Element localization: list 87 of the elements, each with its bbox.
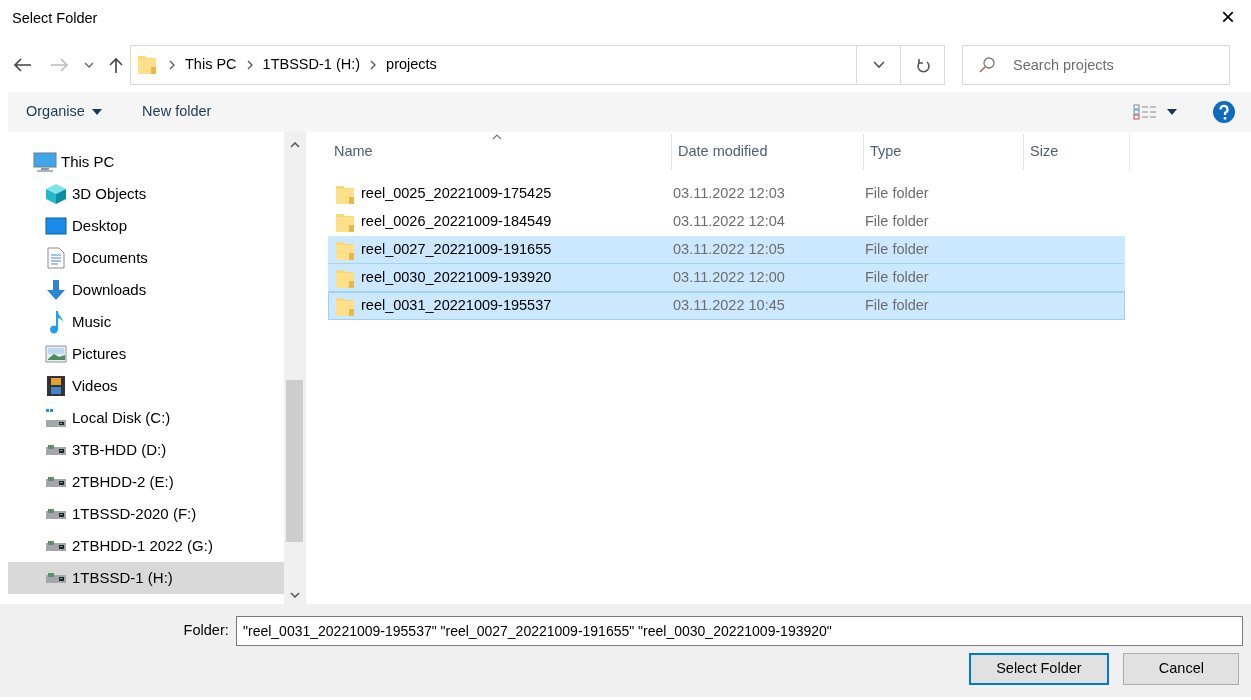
folder-icon — [335, 239, 355, 261]
window-title: Select Folder — [12, 9, 98, 29]
type-text: File folder — [865, 213, 929, 230]
picture-icon — [45, 345, 67, 363]
file-row[interactable]: reel_0027_20221009-191655 03.11.2022 12:05 File folder — [328, 236, 1125, 264]
caret-icon[interactable] — [1167, 109, 1177, 115]
sidebar-item[interactable]: Videos — [8, 370, 284, 402]
chevron-down-icon[interactable] — [84, 62, 94, 68]
scrollbar-thumb[interactable] — [286, 380, 303, 542]
sidebar-item[interactable]: Downloads — [8, 274, 284, 306]
sidebar-item[interactable]: Pictures — [8, 338, 284, 370]
sidebar-item[interactable]: 1TBSSD-2020 (F:) — [8, 498, 284, 530]
chevron-down-icon[interactable] — [872, 61, 885, 69]
monitor-icon — [33, 152, 57, 172]
file-row[interactable]: reel_0025_20221009-175425 03.11.2022 12:03 File folder — [328, 180, 1125, 208]
music-note-icon — [48, 310, 64, 334]
folder-field[interactable]: "reel_0031_20221009-195537" "reel_0027_20221009-191655" "reel_0030_20221009-193920" — [236, 616, 1243, 646]
document-icon — [47, 247, 65, 269]
address-bar[interactable]: This PC 1TBSSD-1 (H:) projects — [130, 45, 945, 85]
organise-menu[interactable]: Organise — [26, 101, 103, 123]
file-name: reel_0030_20221009-193920 — [361, 268, 552, 288]
column-header[interactable]: Type — [864, 134, 1024, 170]
close-button[interactable]: × — [1205, 5, 1251, 33]
breadcrumb-link[interactable]: projects — [380, 54, 443, 76]
column-header[interactable]: Size — [1024, 134, 1130, 170]
file-name: reel_0027_20221009-191655 — [361, 240, 552, 260]
type-text: File folder — [865, 269, 929, 286]
back-arrow-icon[interactable] — [12, 57, 32, 73]
down-arrow-icon — [45, 279, 67, 301]
dialog-button[interactable]: Select Folder — [968, 653, 1109, 686]
column-header[interactable]: Date modified — [672, 134, 864, 170]
drive-icon — [45, 508, 67, 520]
folder-icon — [335, 267, 355, 289]
type-text: File folder — [865, 185, 929, 202]
date-text: 03.11.2022 12:00 — [673, 269, 785, 286]
drive-icon — [45, 444, 67, 456]
sidebar-item[interactable]: 3TB-HDD (D:) — [8, 434, 284, 466]
folder-icon — [335, 295, 355, 317]
file-row[interactable]: reel_0030_20221009-193920 03.11.2022 12:00 File folder — [328, 264, 1125, 292]
dialog-button[interactable]: Cancel — [1123, 653, 1240, 686]
type-text: File folder — [865, 297, 929, 314]
chevron-right-icon — [169, 60, 175, 70]
sidebar-item[interactable]: Music — [8, 306, 284, 338]
up-arrow-icon[interactable] — [108, 56, 124, 74]
caret-icon — [92, 109, 103, 115]
desktop-icon — [45, 217, 67, 235]
drive-icon — [45, 540, 67, 552]
view-options-icon[interactable] — [1133, 104, 1157, 120]
refresh-icon[interactable] — [915, 57, 930, 73]
field-label: Folder: — [183, 621, 229, 641]
file-row[interactable]: reel_0026_20221009-184549 03.11.2022 12:04 File folder — [328, 208, 1125, 236]
scroll-down-icon[interactable] — [289, 592, 300, 598]
file-row[interactable]: reel_0031_20221009-195537 03.11.2022 10:45 File folder — [328, 292, 1125, 320]
film-strip-icon — [46, 375, 66, 397]
file-name: reel_0025_20221009-175425 — [361, 184, 552, 204]
search-field[interactable]: Search projects — [962, 45, 1230, 85]
folder-icon — [335, 183, 355, 205]
sidebar-item[interactable]: This PC — [8, 146, 284, 178]
cube-icon — [45, 183, 67, 205]
sidebar-item[interactable]: Documents — [8, 242, 284, 274]
column-header[interactable]: Name — [328, 134, 672, 170]
scroll-up-icon[interactable] — [289, 142, 300, 148]
file-name: reel_0031_20221009-195537 — [361, 296, 552, 316]
drive-icon — [45, 572, 67, 584]
date-text: 03.11.2022 12:03 — [673, 185, 785, 202]
drive-icon — [45, 408, 67, 428]
new-folder-button[interactable]: New folder — [142, 101, 212, 123]
type-text: File folder — [865, 241, 929, 258]
file-name: reel_0026_20221009-184549 — [361, 212, 552, 232]
chevron-right-icon — [246, 60, 253, 70]
date-text: 03.11.2022 10:45 — [673, 297, 785, 314]
folder-icon — [335, 211, 355, 233]
search-icon — [978, 56, 996, 74]
sidebar-item[interactable]: 3D Objects — [8, 178, 284, 210]
sidebar-item[interactable]: 1TBSSD-1 (H:) — [8, 562, 284, 594]
sidebar-item[interactable]: 2TBHDD-1 2022 (G:) — [8, 530, 284, 562]
date-text: 03.11.2022 12:04 — [673, 213, 785, 230]
sidebar-item[interactable]: Desktop — [8, 210, 284, 242]
chevron-right-icon — [370, 60, 377, 70]
breadcrumb-link[interactable]: This PC — [179, 54, 243, 76]
drive-icon — [45, 476, 67, 488]
folder-icon — [137, 53, 157, 77]
breadcrumb-link[interactable]: 1TBSSD-1 (H:) — [256, 54, 367, 76]
sidebar-item[interactable]: Local Disk (C:) — [8, 402, 284, 434]
date-text: 03.11.2022 12:05 — [673, 241, 785, 258]
sidebar-item[interactable]: 2TBHDD-2 (E:) — [8, 466, 284, 498]
help-icon[interactable] — [1213, 101, 1235, 123]
